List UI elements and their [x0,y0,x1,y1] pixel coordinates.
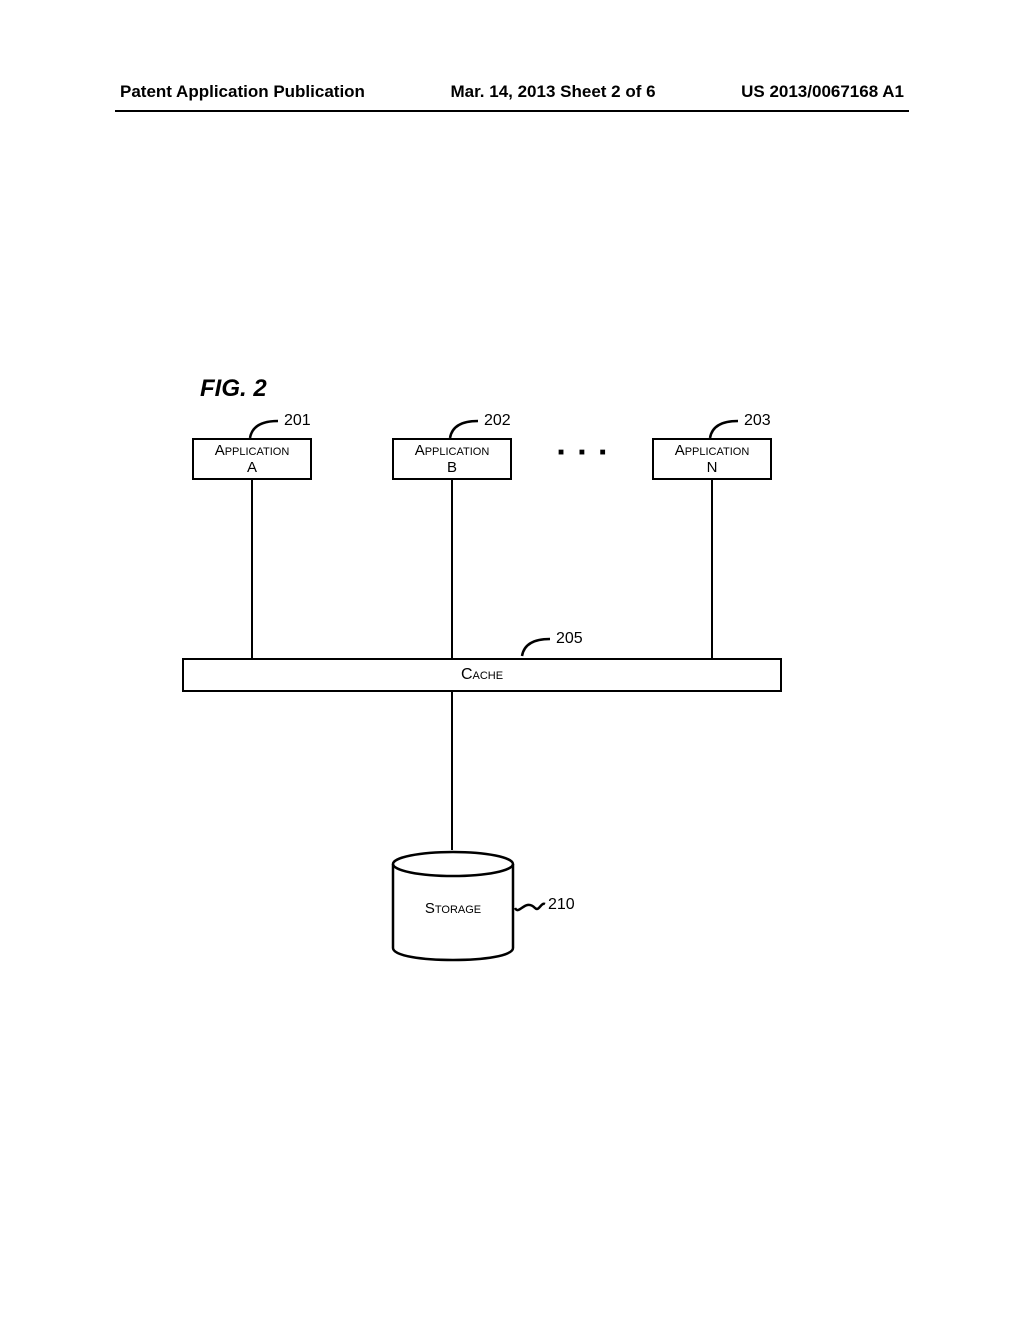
header-center: Mar. 14, 2013 Sheet 2 of 6 [451,82,656,102]
app-b-line1: Application [415,442,490,459]
cache-label: Cache [461,666,503,684]
leader-app-n [708,418,742,440]
connector-app-a-to-cache [251,480,253,658]
app-a-line2: A [247,459,257,476]
block-cache: Cache [182,658,782,692]
header-left: Patent Application Publication [120,82,365,102]
page-header: Patent Application Publication Mar. 14, … [0,82,1024,108]
leader-app-a [248,418,282,440]
block-application-a: Application A [192,438,312,480]
app-b-line2: B [447,459,457,476]
ref-app-a: 201 [284,412,311,430]
app-a-line1: Application [215,442,290,459]
figure-title: FIG. 2 [200,375,267,403]
header-right: US 2013/0067168 A1 [741,82,904,102]
app-n-line1: Application [675,442,750,459]
leader-cache [520,636,554,658]
block-application-n: Application N [652,438,772,480]
header-rule [115,110,909,112]
page: Patent Application Publication Mar. 14, … [0,0,1024,1320]
ellipsis-dots: ■ ■ ■ [558,447,612,458]
connector-cache-to-storage [451,692,453,850]
ref-cache: 205 [556,630,583,648]
header-row: Patent Application Publication Mar. 14, … [120,82,904,102]
connector-app-b-to-cache [451,480,453,658]
ref-app-b: 202 [484,412,511,430]
app-n-line2: N [707,459,718,476]
leader-storage [513,896,547,918]
storage-label: Storage [390,900,516,917]
ref-storage: 210 [548,896,575,914]
leader-app-b [448,418,482,440]
connector-app-n-to-cache [711,480,713,658]
ref-app-n: 203 [744,412,771,430]
block-application-b: Application B [392,438,512,480]
